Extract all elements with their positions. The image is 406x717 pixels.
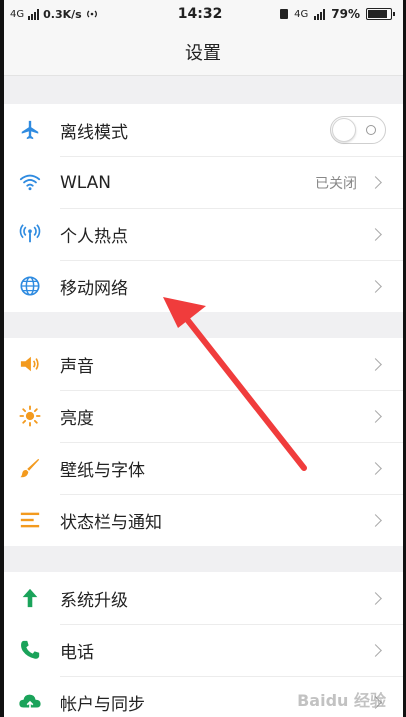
chevron-right-icon xyxy=(369,514,382,527)
brush-icon xyxy=(20,458,40,478)
settings-item-phone[interactable]: 电话 xyxy=(0,624,406,676)
chevron-right-icon xyxy=(369,357,382,371)
settings-item-label: 声音 xyxy=(60,356,94,377)
page-title: 设置 xyxy=(0,28,406,76)
airplane-mode-toggle[interactable] xyxy=(330,116,386,144)
status-left: 4G 0.3K/s xyxy=(10,8,150,21)
phone-icon xyxy=(21,640,40,659)
settings-item-mobile-network[interactable]: 移动网络 xyxy=(0,260,406,312)
settings-item-label: 系统升级 xyxy=(60,590,128,611)
sim-icon xyxy=(280,9,289,19)
settings-item-brightness[interactable]: 亮度 xyxy=(0,390,406,442)
hotspot-icon xyxy=(19,224,41,243)
chevron-right-icon xyxy=(369,462,382,475)
wireless-signal-icon xyxy=(86,10,97,18)
settings-item-sound[interactable]: 声音 xyxy=(0,338,406,390)
status-right: 4G 79% xyxy=(280,7,395,21)
airplane-icon xyxy=(21,120,39,140)
signal-icon xyxy=(28,8,40,20)
watermark: Baidu 经验 xyxy=(297,691,386,710)
left-frame-edge xyxy=(0,0,4,717)
sun-icon xyxy=(19,405,41,427)
settings-item-label: WLAN xyxy=(60,172,112,193)
settings-item-wallpaper-font[interactable]: 壁纸与字体 xyxy=(0,442,406,494)
arrow-up-icon xyxy=(22,588,38,608)
settings-item-label: 离线模式 xyxy=(60,122,128,143)
settings-item-label: 移动网络 xyxy=(60,279,128,299)
list-icon xyxy=(20,512,40,528)
settings-item-label: 亮度 xyxy=(60,409,94,429)
network-type: 4G xyxy=(10,8,25,20)
settings-item-label: 个人热点 xyxy=(60,227,128,247)
wifi-icon xyxy=(19,174,41,191)
settings-group-network: 离线模式 WLAN 已关闭 个人热点 移动网络 xyxy=(0,104,406,312)
settings-item-hotspot[interactable]: 个人热点 xyxy=(0,208,406,260)
settings-item-label: 状态栏与通知 xyxy=(60,513,162,533)
settings-group-display: 声音 亮度 壁纸与字体 状态栏与通知 xyxy=(0,338,406,546)
wlan-status: 已关闭 xyxy=(315,175,357,192)
clock: 14:32 xyxy=(177,6,223,22)
settings-item-statusbar-notifications[interactable]: 状态栏与通知 xyxy=(0,494,406,546)
chevron-right-icon xyxy=(369,591,382,605)
cloud-icon xyxy=(19,694,41,711)
toggle-off-icon xyxy=(366,125,376,135)
settings-item-label: 壁纸与字体 xyxy=(60,461,145,481)
settings-item-airplane-mode[interactable]: 离线模式 xyxy=(0,104,406,156)
settings-item-label: 电话 xyxy=(60,643,94,663)
chevron-right-icon xyxy=(369,176,382,189)
chevron-right-icon xyxy=(369,410,382,423)
status-bar: 4G 0.3K/s 14:32 4G 79% xyxy=(0,0,406,28)
globe-icon xyxy=(20,276,40,296)
network-speed: 0.3K/s xyxy=(43,7,82,21)
chevron-right-icon xyxy=(369,644,382,657)
battery-icon xyxy=(366,8,395,20)
battery-percent: 79% xyxy=(331,7,360,21)
settings-item-wlan[interactable]: WLAN 已关闭 xyxy=(0,156,406,208)
chevron-right-icon xyxy=(369,280,382,293)
speaker-icon xyxy=(20,356,39,372)
toggle-knob xyxy=(332,118,356,142)
signal-icon-right xyxy=(314,8,326,20)
chevron-right-icon xyxy=(369,228,382,241)
settings-item-system-update[interactable]: 系统升级 xyxy=(0,572,406,624)
network-type-right: 4G xyxy=(294,8,309,20)
